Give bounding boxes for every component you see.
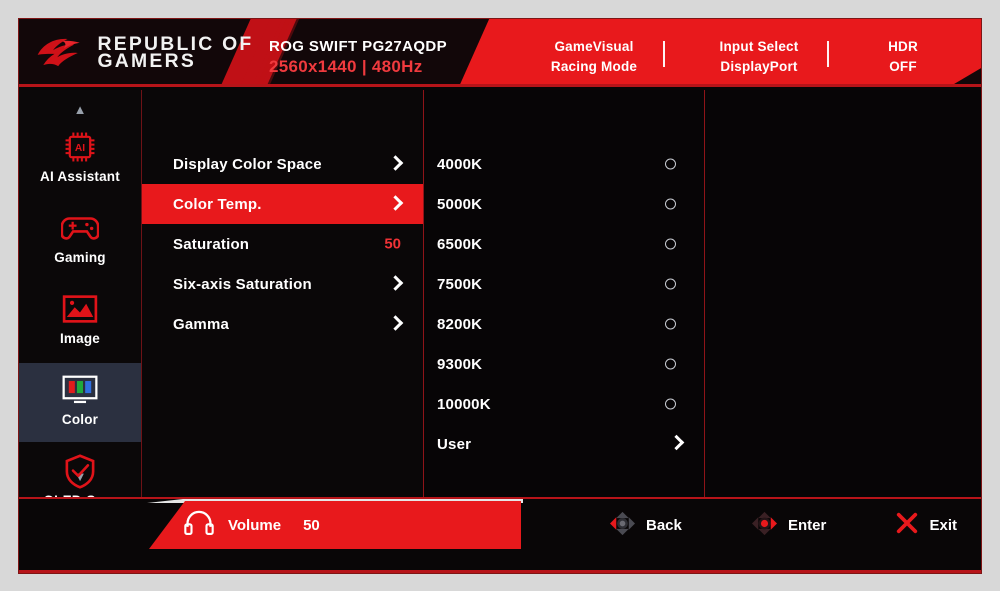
- header-input-select[interactable]: Input Select DisplayPort: [679, 37, 839, 77]
- option-10000k[interactable]: 10000K: [424, 384, 704, 424]
- menu-item-label: Color Temp.: [173, 195, 262, 213]
- sidebar-item-gaming[interactable]: Gaming: [19, 201, 141, 280]
- header-gamevisual-label: GameVisual: [554, 39, 634, 54]
- menu-item-label: Gamma: [173, 315, 230, 333]
- back-label: Back: [646, 516, 682, 534]
- header-input-select-label: Input Select: [719, 39, 799, 54]
- close-x-icon: [895, 511, 919, 539]
- option-label: 7500K: [437, 275, 483, 293]
- headphone-icon: [184, 510, 214, 540]
- header-hdr-label: HDR: [888, 39, 918, 54]
- option-7500k[interactable]: 7500K: [424, 264, 704, 304]
- menu-column: Display Color Space Color Temp. Saturati…: [142, 90, 423, 499]
- option-4000k[interactable]: 4000K: [424, 144, 704, 184]
- menu-item-saturation[interactable]: Saturation 50: [142, 224, 423, 264]
- option-label: 5000K: [437, 195, 483, 213]
- model-resolution: 2560x1440 | 480Hz: [269, 57, 423, 76]
- radio-icon[interactable]: [665, 398, 676, 410]
- sidebar-item-label: Color: [61, 412, 99, 427]
- sidebar-item-label: Gaming: [54, 250, 106, 265]
- sidebar-item-color[interactable]: Color: [19, 363, 141, 442]
- ai-chip-icon: AI: [19, 127, 141, 167]
- svg-text:AI: AI: [75, 143, 85, 154]
- back-button[interactable]: Back: [609, 511, 682, 540]
- exit-button[interactable]: Exit: [895, 511, 957, 539]
- menu-item-color-temp[interactable]: Color Temp.: [142, 184, 423, 224]
- option-label: 8200K: [437, 315, 483, 333]
- option-label: User: [437, 435, 472, 453]
- osd-header: REPUBLIC OF GAMERS ROG SWIFT PG27AQDP 25…: [19, 19, 981, 87]
- radio-icon[interactable]: [665, 358, 676, 370]
- option-6500k[interactable]: 6500K: [424, 224, 704, 264]
- header-underline: [19, 84, 981, 87]
- chevron-right-icon: [387, 275, 404, 293]
- radio-icon[interactable]: [665, 238, 676, 250]
- volume-value: 50: [303, 516, 320, 534]
- option-user[interactable]: User: [424, 424, 704, 464]
- option-label: 4000K: [437, 155, 483, 173]
- header-hdr[interactable]: HDR OFF: [843, 37, 963, 77]
- header-separator: [663, 41, 665, 67]
- volume-control[interactable]: Volume 50: [184, 501, 320, 549]
- monitor-model-block: ROG SWIFT PG27AQDP 2560x1440 | 480Hz: [269, 37, 447, 77]
- joystick-left-icon: [609, 511, 636, 540]
- menu-item-gamma[interactable]: Gamma: [142, 304, 423, 344]
- header-gamevisual-value: Racing Mode: [550, 59, 638, 74]
- model-name: ROG SWIFT PG27AQDP: [269, 38, 448, 55]
- volume-label: Volume: [228, 516, 282, 534]
- enter-label: Enter: [788, 516, 827, 534]
- brand-line-2: GAMERS: [97, 51, 197, 72]
- header-hdr-value: OFF: [889, 59, 917, 74]
- header-input-select-value: DisplayPort: [720, 59, 798, 74]
- preview-pane: [705, 90, 981, 499]
- radio-icon[interactable]: [665, 158, 676, 170]
- menu-item-label: Display Color Space: [173, 155, 322, 173]
- footer-bottom-line: [19, 570, 981, 573]
- sidebar-item-image[interactable]: Image: [19, 282, 141, 361]
- color-monitor-icon: [19, 370, 141, 410]
- shield-check-icon: [19, 451, 141, 491]
- rog-logo-icon: [33, 36, 89, 70]
- options-column: 4000K 5000K 6500K 7500K 8200K 9300K 1000…: [424, 90, 704, 499]
- header-gamevisual[interactable]: GameVisual Racing Mode: [519, 37, 669, 77]
- osd-footer: Volume 50 Back Enter Exit: [19, 497, 981, 573]
- option-9300k[interactable]: 9300K: [424, 344, 704, 384]
- radio-icon[interactable]: [665, 318, 676, 330]
- chevron-right-icon: [668, 434, 685, 453]
- menu-item-value: 50: [384, 235, 401, 253]
- option-label: 10000K: [437, 395, 491, 413]
- menu-item-display-color-space[interactable]: Display Color Space: [142, 144, 423, 184]
- menu-item-label: Saturation: [173, 235, 250, 253]
- option-8200k[interactable]: 8200K: [424, 304, 704, 344]
- option-label: 6500K: [437, 235, 483, 253]
- radio-icon[interactable]: [665, 198, 676, 210]
- osd-window: REPUBLIC OF GAMERS ROG SWIFT PG27AQDP 25…: [18, 18, 982, 574]
- rog-brand-text: REPUBLIC OF GAMERS: [97, 35, 253, 72]
- gamepad-icon: [19, 208, 141, 248]
- sidebar-item-ai-assistant[interactable]: AI AI Assistant: [19, 120, 141, 199]
- picture-icon: [19, 289, 141, 329]
- footer-actions: Back Enter Exit: [579, 501, 981, 549]
- radio-icon[interactable]: [665, 278, 676, 290]
- sidebar-item-label: AI Assistant: [40, 169, 120, 184]
- exit-label: Exit: [929, 516, 957, 534]
- joystick-right-icon: [751, 511, 778, 540]
- option-label: 9300K: [437, 355, 483, 373]
- footer-top-line: [19, 497, 981, 499]
- sidebar: ▲ ▼ AI AI Assistant Gaming Image Color: [19, 90, 141, 508]
- chevron-up-icon[interactable]: ▲: [19, 103, 141, 116]
- enter-button[interactable]: Enter: [751, 511, 826, 540]
- sidebar-item-label: Image: [59, 331, 101, 346]
- chevron-right-icon: [387, 195, 404, 213]
- menu-item-six-axis-saturation[interactable]: Six-axis Saturation: [142, 264, 423, 304]
- menu-item-label: Six-axis Saturation: [173, 275, 312, 293]
- chevron-right-icon: [387, 155, 404, 173]
- option-5000k[interactable]: 5000K: [424, 184, 704, 224]
- header-separator: [827, 41, 829, 67]
- chevron-right-icon: [387, 315, 404, 333]
